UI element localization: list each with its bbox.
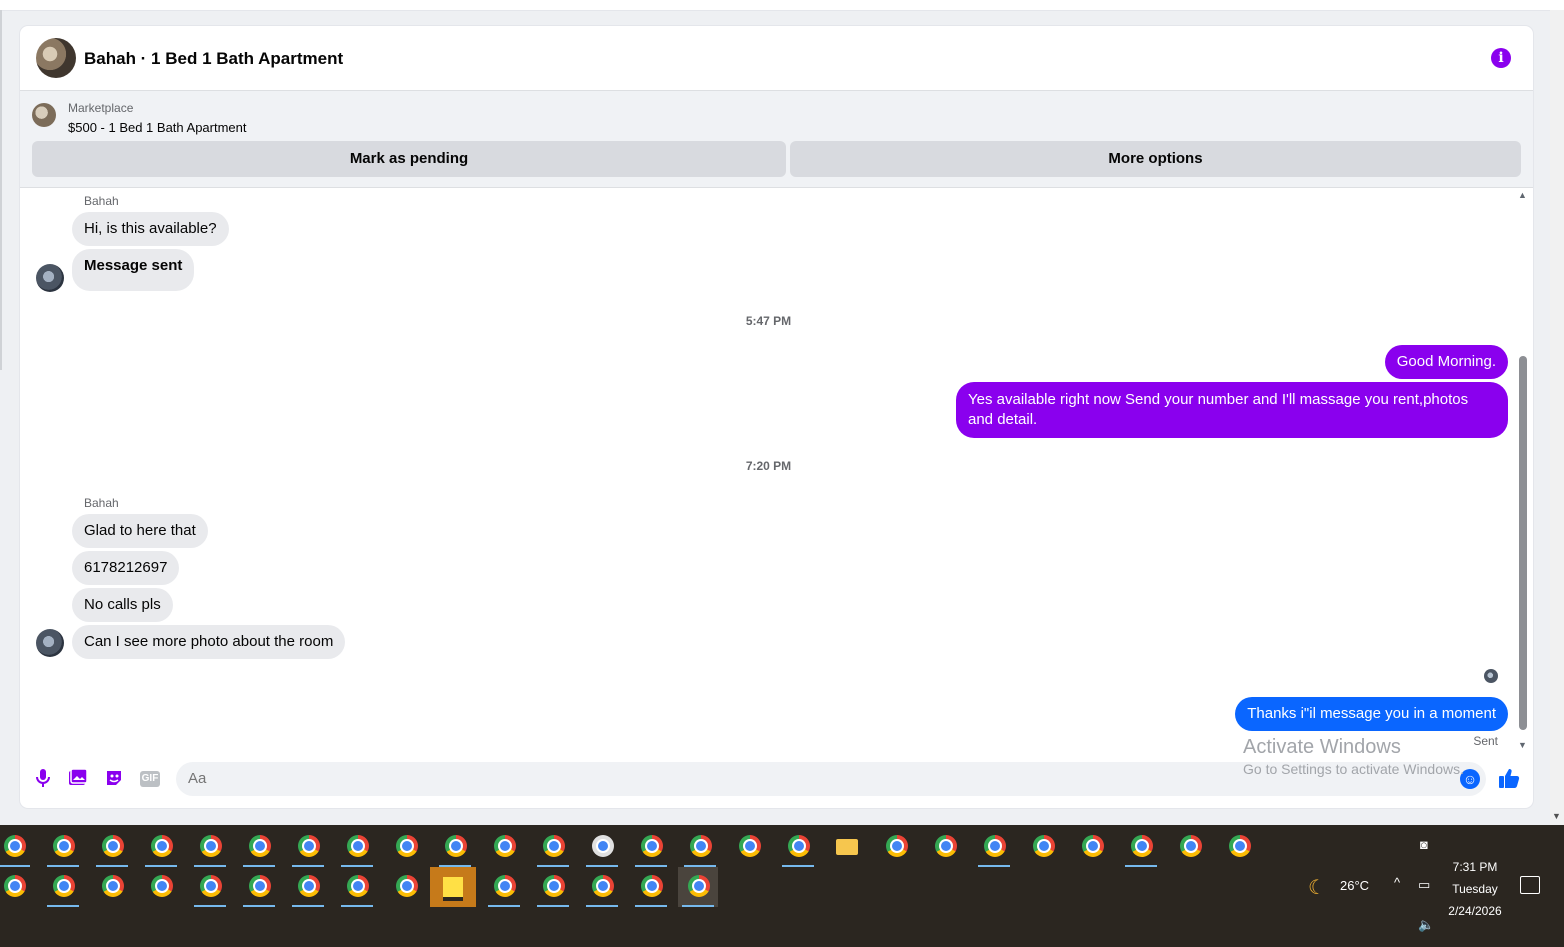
message-bubble-outgoing[interactable]: Thanks i"il message you in a moment <box>1235 697 1508 731</box>
chrome-app-icon[interactable] <box>680 827 720 867</box>
info-icon[interactable]: i <box>1491 48 1511 68</box>
chrome-app-icon[interactable] <box>533 827 573 867</box>
chrome-app-icon[interactable] <box>435 827 475 867</box>
clock-time: 7:31 PM <box>1452 860 1498 874</box>
gif-label: GIF <box>140 771 160 787</box>
chrome-app-icon[interactable] <box>386 827 426 867</box>
message-bubble-incoming[interactable]: Message sent <box>72 249 195 291</box>
clock-date: 2/24/2026 <box>1448 904 1502 918</box>
listing-avatar[interactable] <box>36 38 76 78</box>
chrome-app-icon[interactable] <box>1072 827 1112 867</box>
chrome-app-icon[interactable] <box>631 867 671 907</box>
chrome-app-icon[interactable] <box>778 827 818 867</box>
chrome-app-icon-active[interactable] <box>678 867 718 907</box>
meet-now-icon[interactable]: ◙ <box>1420 837 1428 852</box>
chrome-app-icon[interactable] <box>729 827 769 867</box>
chrome-app-icon[interactable] <box>0 867 34 907</box>
timestamp: 5:47 PM <box>745 314 792 328</box>
marketplace-listing-bar: Marketplace $500 - 1 Bed 1 Bath Apartmen… <box>20 91 1533 188</box>
chrome-app-icon[interactable] <box>190 867 230 907</box>
gif-icon[interactable]: GIF <box>139 768 161 790</box>
listing-category: Marketplace <box>68 101 134 115</box>
chat-header: Bahah · 1 Bed 1 Bath Apartment i <box>20 26 1533 91</box>
page-scrollbar[interactable]: ▼ <box>1550 10 1564 825</box>
chrome-app-icon[interactable] <box>631 827 671 867</box>
chrome-app-icon[interactable] <box>533 867 573 907</box>
message-bubble-incoming[interactable]: No calls pls <box>72 588 173 622</box>
chrome-app-icon[interactable] <box>43 867 83 907</box>
message-bubble-incoming[interactable]: 6178212697 <box>72 551 180 585</box>
thread-scrollbar[interactable]: ▲ ▼ <box>1518 190 1528 750</box>
listing-price-title[interactable]: $500 - 1 Bed 1 Bath Apartment <box>68 120 247 135</box>
microphone-icon[interactable] <box>32 768 54 790</box>
chrome-app-icon[interactable] <box>925 827 965 867</box>
notification-center-icon[interactable] <box>1520 876 1540 894</box>
chrome-app-icon[interactable] <box>239 827 279 867</box>
chrome-app-icon[interactable] <box>1170 827 1210 867</box>
message-bubble-outgoing[interactable]: Good Morning. <box>1384 345 1508 379</box>
sticker-icon[interactable] <box>103 768 125 790</box>
chrome-app-icon[interactable] <box>974 827 1014 867</box>
timestamp: 7:20 PM <box>745 459 792 473</box>
left-edge-divider <box>0 10 2 370</box>
chrome-app-icon[interactable] <box>141 867 181 907</box>
sticky-notes-icon[interactable] <box>430 867 476 907</box>
paint-app-icon[interactable] <box>582 827 622 867</box>
activate-windows-title: Activate Windows <box>1243 736 1401 758</box>
weather-moon-icon[interactable]: ☾ <box>1308 875 1326 900</box>
listing-thumbnail[interactable] <box>32 103 56 127</box>
more-options-button[interactable]: More options <box>790 141 1521 177</box>
chrome-app-icon[interactable] <box>1023 827 1063 867</box>
sender-avatar[interactable] <box>36 264 64 292</box>
network-icon[interactable]: ▭ <box>1418 877 1430 893</box>
chrome-app-icon[interactable] <box>288 867 328 907</box>
chrome-app-icon[interactable] <box>484 827 524 867</box>
chrome-app-icon[interactable] <box>141 827 181 867</box>
sender-name: Bahah <box>84 194 119 208</box>
chrome-app-icon[interactable] <box>337 867 377 907</box>
sender-avatar[interactable] <box>36 629 64 657</box>
message-bubble-incoming[interactable]: Can I see more photo about the room <box>72 625 346 659</box>
chrome-app-icon[interactable] <box>337 827 377 867</box>
show-hidden-icons-chevron-icon[interactable]: ^ <box>1394 875 1400 890</box>
weather-temperature[interactable]: 26°C <box>1340 878 1369 893</box>
volume-icon[interactable]: 🔈 <box>1418 917 1434 933</box>
message-bubble-incoming[interactable]: Glad to here that <box>72 514 208 548</box>
clock-day: Tuesday <box>1452 882 1498 896</box>
photo-icon[interactable] <box>67 768 89 790</box>
browser-top-strip <box>0 0 1564 11</box>
chrome-app-icon[interactable] <box>484 867 524 907</box>
page-scroll-down-icon[interactable]: ▼ <box>1552 811 1561 821</box>
windows-taskbar: ☾ 26°C ^ ▭ ◙ 🔈 <box>0 825 1564 947</box>
chat-title[interactable]: Bahah · 1 Bed 1 Bath Apartment <box>84 49 343 69</box>
activate-windows-subtitle: Go to Settings to activate Windows. <box>1243 761 1464 777</box>
chrome-app-icon[interactable] <box>92 867 132 907</box>
chrome-app-icon[interactable] <box>1219 827 1259 867</box>
chrome-app-icon[interactable] <box>288 827 328 867</box>
message-status: Sent <box>1473 734 1498 748</box>
read-receipt-avatar <box>1484 669 1498 683</box>
sender-name: Bahah <box>84 496 119 510</box>
chrome-app-icon[interactable] <box>43 827 83 867</box>
scrollbar-thumb[interactable] <box>1519 356 1527 730</box>
chrome-app-icon[interactable] <box>92 827 132 867</box>
chrome-app-icon[interactable] <box>582 867 622 907</box>
taskbar-clock[interactable]: 7:31 PM Tuesday 2/24/2026 <box>1440 856 1510 922</box>
message-bubble-outgoing[interactable]: Yes available right now Send your number… <box>956 382 1508 438</box>
message-bubble-incoming[interactable]: Hi, is this available? <box>72 212 229 246</box>
mark-as-pending-button[interactable]: Mark as pending <box>32 141 786 177</box>
message-thread: Bahah Hi, is this available? Message sen… <box>20 188 1533 748</box>
chrome-app-icon[interactable] <box>190 827 230 867</box>
chrome-app-icon[interactable] <box>876 827 916 867</box>
chrome-app-icon[interactable] <box>386 867 426 907</box>
scroll-up-arrow-icon[interactable]: ▲ <box>1518 190 1527 200</box>
file-explorer-icon[interactable] <box>827 827 867 867</box>
chrome-app-icon[interactable] <box>0 827 34 867</box>
thumbs-up-icon[interactable] <box>1498 767 1520 795</box>
chrome-app-icon[interactable] <box>239 867 279 907</box>
chrome-app-icon[interactable] <box>1121 827 1161 867</box>
chat-panel: Bahah · 1 Bed 1 Bath Apartment i Marketp… <box>20 26 1533 808</box>
